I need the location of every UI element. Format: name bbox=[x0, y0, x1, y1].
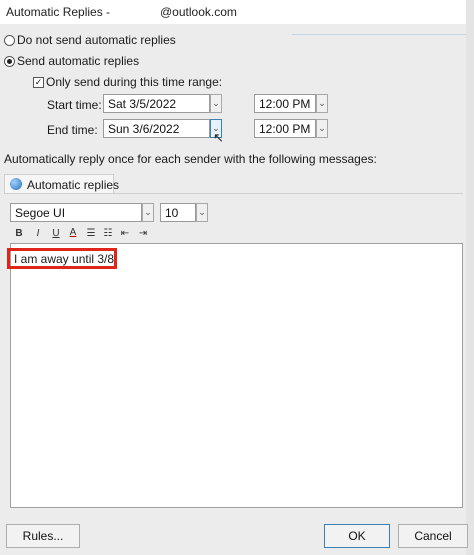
end-date-field[interactable]: Sun 3/6/2022 bbox=[103, 119, 210, 138]
underline-button[interactable]: U bbox=[49, 227, 63, 241]
time-range-label[interactable]: Only send during this time range: bbox=[46, 75, 222, 89]
tab-label: Automatic replies bbox=[27, 178, 120, 192]
start-date-field[interactable]: Sat 3/5/2022 bbox=[103, 94, 210, 113]
decrease-indent-icon[interactable]: ⇤ bbox=[118, 227, 132, 241]
message-editor[interactable] bbox=[10, 243, 463, 508]
rules-button[interactable]: Rules... bbox=[6, 524, 80, 548]
instructions-text: Automatically reply once for each sender… bbox=[4, 152, 377, 166]
time-range-checkbox[interactable]: ✓ bbox=[33, 77, 44, 88]
tab-automatic-replies[interactable]: Automatic replies bbox=[4, 174, 119, 194]
send-auto-label[interactable]: Send automatic replies bbox=[17, 54, 139, 68]
increase-indent-icon[interactable]: ⇥ bbox=[136, 227, 150, 241]
window-edge bbox=[466, 0, 474, 555]
chevron-down-icon: ⌄ bbox=[198, 207, 206, 217]
start-time-field[interactable]: 12:00 PM bbox=[254, 94, 316, 113]
font-size-select[interactable]: 10 bbox=[160, 203, 196, 222]
window-title: Automatic Replies - bbox=[6, 5, 111, 19]
bold-button[interactable]: B bbox=[12, 227, 26, 241]
title-divider bbox=[292, 34, 474, 35]
chevron-down-icon: ⌄ bbox=[144, 207, 152, 217]
font-color-button[interactable]: A bbox=[66, 226, 80, 240]
end-time-label: End time: bbox=[47, 123, 98, 137]
start-date-dropdown[interactable]: ⌄ bbox=[210, 94, 222, 113]
font-size-dropdown[interactable]: ⌄ bbox=[196, 203, 208, 222]
start-time-dropdown[interactable]: ⌄ bbox=[316, 94, 328, 113]
font-family-select[interactable]: Segoe UI bbox=[10, 203, 142, 222]
end-time-dropdown[interactable]: ⌄ bbox=[316, 119, 328, 138]
no-auto-label[interactable]: Do not send automatic replies bbox=[17, 33, 176, 47]
highlight-box bbox=[7, 248, 117, 269]
radio-no-auto[interactable] bbox=[4, 35, 15, 46]
window-account: @outlook.com bbox=[160, 5, 237, 19]
chevron-down-icon: ⌄ bbox=[212, 98, 220, 108]
numbering-icon[interactable]: ☷ bbox=[101, 227, 115, 241]
font-family-dropdown[interactable]: ⌄ bbox=[142, 203, 154, 222]
start-time-label: Start time: bbox=[47, 98, 102, 112]
radio-send-auto[interactable] bbox=[4, 56, 15, 67]
tab-divider bbox=[4, 193, 463, 194]
chevron-down-icon: ⌄ bbox=[318, 98, 326, 108]
bullets-icon[interactable]: ☰ bbox=[84, 227, 98, 241]
italic-button[interactable]: I bbox=[31, 227, 45, 241]
chevron-down-icon: ⌄ bbox=[318, 123, 326, 133]
cancel-button[interactable]: Cancel bbox=[398, 524, 468, 548]
mouse-cursor-icon: ↖ bbox=[213, 130, 224, 145]
ok-button[interactable]: OK bbox=[324, 524, 390, 548]
globe-icon bbox=[10, 178, 22, 190]
end-time-field[interactable]: 12:00 PM bbox=[254, 119, 316, 138]
